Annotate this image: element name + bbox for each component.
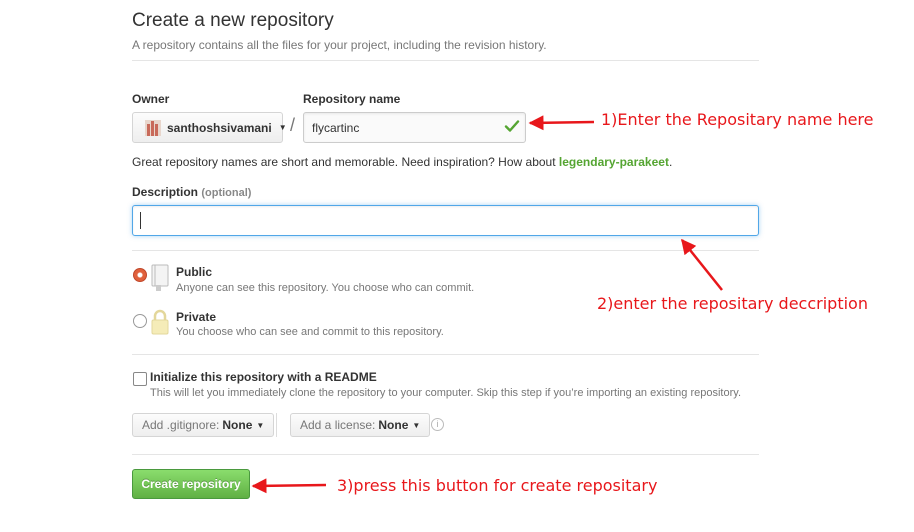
annotation-create-button: 3)press this button for create repositar… xyxy=(337,476,658,495)
annotation-description: 2)enter the repositary deccription xyxy=(597,294,868,313)
annotation-repo-name: 1)Enter the Repositary name here xyxy=(601,110,874,129)
arrow-to-create-button xyxy=(251,478,327,494)
annotation-arrows xyxy=(251,115,723,494)
arrow-to-description xyxy=(681,238,723,291)
arrow-to-repo-name xyxy=(528,115,595,131)
